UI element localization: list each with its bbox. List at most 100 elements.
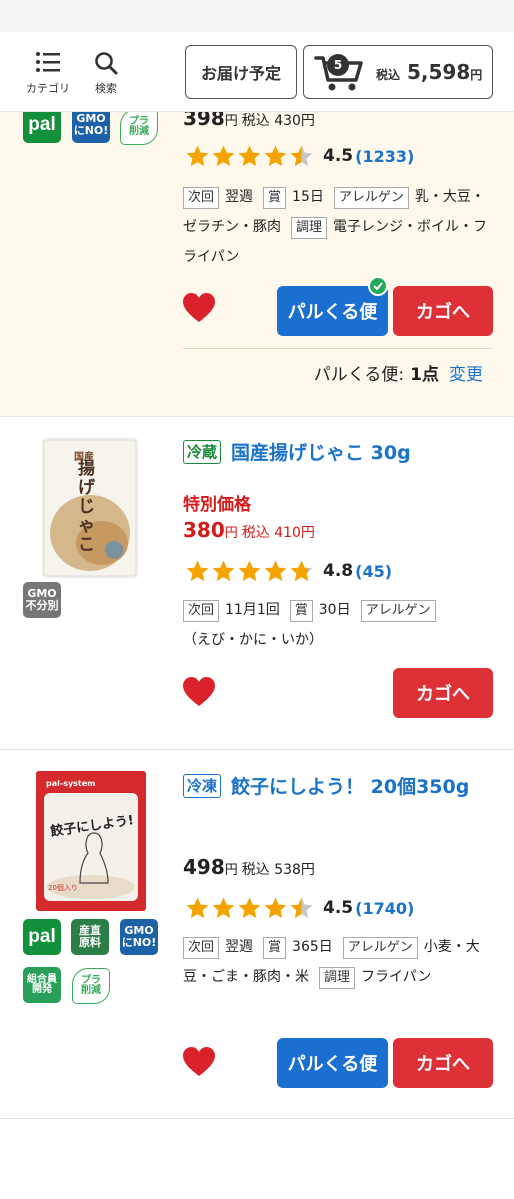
rating-value: 4.5 [323, 146, 354, 166]
star-icon [264, 145, 287, 166]
favorite-heart-icon[interactable] [182, 676, 216, 708]
pal-badge: pal [23, 919, 61, 955]
review-count-link[interactable]: (1740) [355, 899, 414, 918]
add-to-cart-button[interactable]: カゴへ [393, 286, 493, 336]
tax-price: 税込 538円 [241, 862, 315, 878]
gmo-no-badge: GMO にNO! [72, 107, 110, 143]
cart-yen: 円 [470, 68, 483, 82]
special-price-label: 特別価格 [183, 495, 251, 515]
product-card: pal-system 餃子にしよう! 20個入り pal 産直 原料 GMO に… [0, 751, 514, 1119]
next-value: 11月1回 [225, 602, 280, 618]
star-icon [290, 560, 313, 581]
favorite-heart-icon[interactable] [182, 292, 216, 324]
price-yen: 円 [224, 526, 238, 541]
product-title[interactable]: 冷凍 餃子にしよう！ 20個350g [183, 772, 493, 802]
allergen-tag: アレルゲン [360, 600, 436, 622]
rating-value: 4.5 [323, 898, 354, 918]
product-name[interactable]: 餃子にしよう！ 20個350g [231, 776, 469, 798]
next-tag: 次回 [183, 187, 220, 209]
category-label: カテゴリ [26, 82, 70, 95]
pal-status-label: パルくる便: [313, 365, 405, 385]
tax-price: 税込 410円 [241, 525, 315, 541]
cooking-value: フライパン [361, 969, 432, 985]
product-card: 国産 揚げじゃこ GMO 不分別 冷蔵 国産揚げじゃこ 30g 特別価格 380円… [0, 418, 514, 750]
menu-list-icon [36, 52, 60, 72]
rating: 4.8 (45) [185, 557, 392, 585]
star-icon [186, 560, 209, 581]
star-icon [212, 560, 235, 581]
pal-badge: pal [23, 107, 61, 143]
add-to-cart-button[interactable]: カゴへ [393, 668, 493, 718]
star-icon [238, 145, 261, 166]
cart-total: 税込 5,598円 [376, 60, 482, 84]
direct-source-badge: 産直 原料 [71, 919, 109, 955]
price-value: 380 [183, 518, 225, 542]
search-label: 検索 [95, 82, 117, 95]
category-button[interactable]: カテゴリ [22, 50, 74, 96]
image-title-text: 揚げじゃこ [78, 459, 95, 555]
review-count-link[interactable]: (45) [355, 562, 392, 581]
member-developed-badge: 組合員 開発 [23, 967, 61, 1003]
star-icon [290, 897, 313, 918]
cooking-tag: 調理 [319, 967, 356, 989]
tax-price: 税込 430円 [241, 113, 315, 129]
pal-kuru-status: パルくる便: 1点 変更 [183, 348, 493, 396]
rating-stars [185, 896, 315, 921]
allergen-tag: アレルゲン [333, 187, 409, 209]
product-name[interactable]: 国産揚げじゃこ 30g [231, 442, 411, 464]
cart-tax-label: 税込 [376, 68, 401, 82]
delivery-schedule-button[interactable]: お届け予定 [185, 45, 297, 99]
check-icon [368, 276, 388, 296]
star-icon [186, 897, 209, 918]
pal-status-value: 1点 [410, 365, 439, 385]
next-value: 翌週 [225, 189, 254, 205]
cart-button[interactable]: 5 税込 5,598円 [303, 45, 493, 99]
star-icon [290, 145, 313, 166]
gmo-no-badge: GMO にNO! [120, 919, 158, 955]
search-button[interactable]: 検索 [88, 50, 124, 96]
review-count-link[interactable]: (1233) [355, 147, 414, 166]
app-header: カテゴリ 検索 お届け予定 5 税込 5,598円 [0, 32, 514, 112]
product-info: 次回 11月1回賞 30日 アレルゲン （えび・かに・いか） [183, 595, 493, 655]
cart-count-badge: 5 [327, 54, 349, 76]
allergen-tag: アレルゲン [342, 937, 418, 959]
rating: 4.5 (1740) [185, 894, 414, 922]
shelf-life-value: 15日 [292, 189, 324, 205]
pal-status-change-link[interactable]: 変更 [449, 360, 483, 385]
rating-stars [185, 144, 315, 169]
plastic-reduction-badge: プラ 削減 [72, 968, 110, 1004]
pal-kuru-button[interactable]: パルくる便 [277, 1038, 388, 1088]
rating-stars [185, 559, 315, 584]
product-info: 次回 翌週賞 365日 アレルゲン 小麦・大豆・ごま・豚肉・米 調理 フライパン [183, 932, 493, 992]
add-to-cart-button[interactable]: カゴへ [393, 1038, 493, 1088]
shelf-life-tag: 賞 [263, 937, 287, 959]
shelf-life-tag: 賞 [263, 187, 287, 209]
status-strip [0, 0, 514, 32]
star-icon [212, 897, 235, 918]
image-brand-text: pal-system [46, 779, 96, 788]
cart-total-amount: 5,598 [406, 60, 471, 84]
product-card: pal GMO にNO! プラ 削減 398円 税込 430円 4.5 (1233… [0, 106, 514, 417]
next-tag: 次回 [183, 600, 220, 622]
price-yen: 円 [224, 863, 238, 878]
price-yen: 円 [224, 114, 238, 129]
plastic-reduction-badge: プラ 削減 [120, 109, 158, 145]
allergen-value: （えび・かに・いか） [183, 632, 323, 648]
price: 380円 税込 410円 [183, 518, 315, 542]
product-image[interactable]: pal-system 餃子にしよう! 20個入り [36, 771, 146, 911]
star-icon [212, 145, 235, 166]
search-icon [95, 52, 118, 75]
favorite-heart-icon[interactable] [182, 1046, 216, 1078]
star-icon [264, 897, 287, 918]
shelf-life-value: 365日 [292, 939, 333, 955]
product-image[interactable]: 国産 揚げじゃこ [42, 438, 138, 578]
star-icon [238, 560, 261, 581]
next-value: 翌週 [225, 939, 254, 955]
product-info: 次回 翌週賞 15日 アレルゲン 乳・大豆・ゼラチン・豚肉 調理 電子レンジ・ボイル・フライ… [183, 182, 493, 272]
next-tag: 次回 [183, 937, 220, 959]
product-title[interactable]: 冷蔵 国産揚げじゃこ 30g [183, 438, 493, 468]
image-sub-text: 20個入り [48, 884, 78, 892]
price: 498円 税込 538円 [183, 855, 315, 879]
cooking-tag: 調理 [291, 217, 328, 239]
gmo-unsorted-badge: GMO 不分別 [23, 582, 61, 618]
